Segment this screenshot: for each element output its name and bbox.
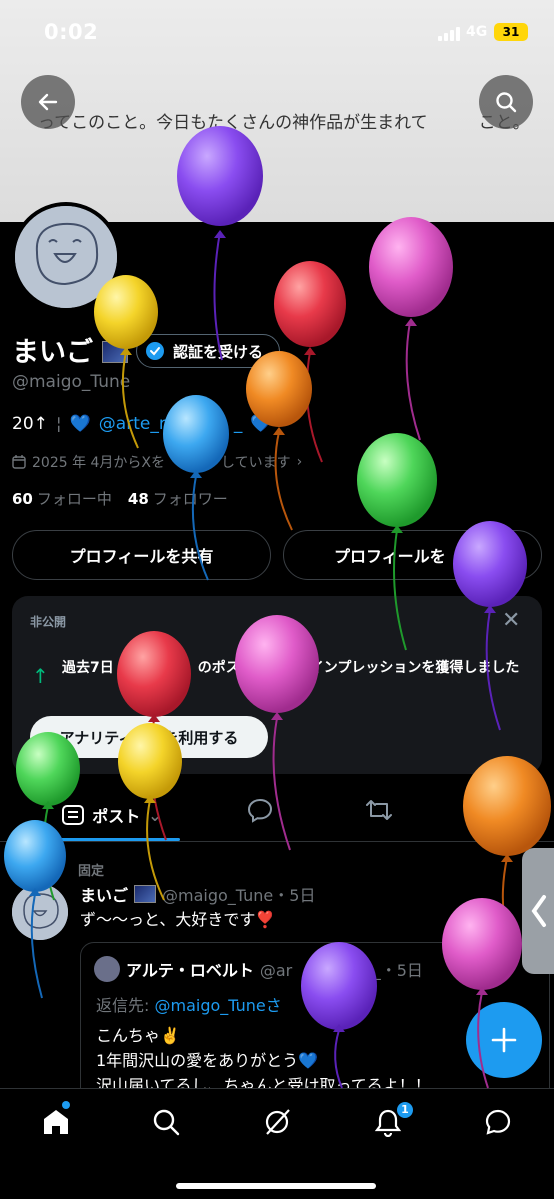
balloon-orange-1 [246, 351, 312, 531]
tab-divider [0, 841, 554, 842]
tab-posts[interactable]: ポスト ⌄ [44, 790, 180, 840]
chevron-down-icon: ⌄ [148, 805, 162, 825]
back-button[interactable] [21, 75, 75, 129]
following-count: 60 [12, 490, 33, 508]
nav-messages[interactable] [478, 1104, 518, 1140]
post-author[interactable]: まいご [80, 882, 128, 906]
balloon-red-1 [274, 261, 346, 463]
notification-badge: 1 [395, 1100, 415, 1120]
chevron-right-icon: › [296, 454, 303, 470]
pinned-label: 固定 [78, 864, 105, 879]
grok-icon [265, 1109, 290, 1135]
bio-mention-tail[interactable]: _ [234, 414, 243, 434]
post-text: ず〜〜っと、大好きです❣️ [80, 910, 276, 929]
bio-separator: ¦ [55, 414, 62, 434]
tab-replies[interactable] [246, 796, 274, 828]
followers-link[interactable]: 48 フォロワー [128, 488, 228, 509]
blue-heart-icon-2: 💙 [250, 414, 272, 434]
bio-mention-link[interactable]: @arte_r [99, 414, 166, 434]
chevron-left-icon [531, 895, 546, 927]
blue-heart-icon: 💙 [69, 414, 91, 434]
reply-prefix: 返信先: [96, 996, 155, 1015]
nav-home[interactable] [36, 1104, 76, 1140]
followers-count: 48 [127, 490, 149, 508]
tab-posts-label: ポスト [92, 807, 141, 826]
verified-badge-icon [146, 342, 164, 360]
share-profile-button[interactable]: プロフィールを共有 [12, 530, 271, 580]
close-icon[interactable]: ✕ [502, 608, 520, 633]
starry-emoji-icon-2 [134, 885, 157, 903]
tab-reposts[interactable] [364, 796, 394, 828]
search-icon [496, 92, 517, 113]
joined-text: 2025 年 4月からXを しています [32, 455, 291, 471]
search-button[interactable] [479, 75, 533, 129]
analytics-button[interactable]: アナリティ を利用する [30, 716, 268, 758]
followers-label: フォロワー [152, 490, 228, 508]
display-name: まいご [12, 330, 129, 369]
avatar[interactable] [11, 202, 121, 312]
quote-line-1: こんちゃ✌️ [96, 1026, 180, 1045]
post-meta: @maigo_Tune・5日 [162, 886, 316, 905]
home-indicator [176, 1183, 376, 1189]
starry-emoji-icon [102, 341, 129, 363]
network-label: 4G [466, 24, 488, 40]
quote-meta: @ar erto_・5日 [259, 961, 423, 980]
home-icon [44, 1110, 68, 1134]
get-verified-label: 認証を受ける [173, 342, 264, 361]
reply-handle-link[interactable]: @maigo_Tuneさ [154, 996, 281, 1015]
profile-action-label: プロフィールを [334, 547, 446, 566]
search-icon [153, 1109, 180, 1136]
home-unread-dot [62, 1101, 70, 1109]
quote-author: アルテ・ロベルト [126, 961, 254, 980]
quote-avatar [94, 956, 120, 982]
get-verified-button[interactable]: 認証を受ける [136, 334, 281, 368]
compose-button[interactable] [466, 1002, 542, 1078]
nav-grok[interactable] [257, 1104, 297, 1140]
profile-handle: @maigo_Tune [12, 372, 131, 392]
calendar-icon [12, 455, 26, 469]
message-icon [485, 1109, 511, 1135]
quote-header: アルテ・ロベルト @ar erto_・5日 [94, 956, 423, 982]
arrow-left-icon [38, 93, 58, 111]
balloon-pink-1 [369, 217, 453, 441]
profile-action-button[interactable]: プロフィールを [283, 530, 542, 580]
nav-search[interactable] [146, 1104, 186, 1140]
post-avatar[interactable] [12, 884, 68, 940]
follow-stats: 60 フォロー中 48 フォロワー [12, 488, 228, 509]
private-label: 非公開 [30, 615, 67, 629]
following-label: フォロー中 [36, 490, 112, 508]
profile-bio: 20↑ ¦ 💙 @arte_r _ 💙 [12, 414, 272, 434]
repost-icon [366, 800, 392, 820]
battery-icon: 31 [494, 23, 528, 41]
post-header: まいご @maigo_Tune・5日 [80, 882, 315, 906]
status-time: 0:02 [44, 20, 99, 44]
posts-tab-icon [62, 805, 85, 825]
reply-to: 返信先: @maigo_Tuneさ [96, 992, 282, 1016]
reply-icon [247, 798, 273, 823]
analytics-text: 過去7日 のポス 件のインプレッションを獲得しました [62, 660, 520, 676]
arrow-up-icon: ↑ [32, 664, 49, 688]
side-panel-handle[interactable] [522, 848, 554, 974]
banner-text: ってこのこと。今日もたくさんの神作品が生まれて こと。 [38, 113, 530, 133]
display-name-text: まいご [12, 337, 93, 368]
quote-line-2: 1年間沢山の愛をありがとう💙 [96, 1051, 319, 1070]
joined-date: 2025 年 4月からXを しています › [12, 452, 302, 472]
following-link[interactable]: 60 フォロー中 [12, 488, 112, 509]
plus-icon [491, 1027, 517, 1053]
bio-prefix: 20↑ [12, 414, 48, 434]
signal-icon [438, 26, 462, 45]
